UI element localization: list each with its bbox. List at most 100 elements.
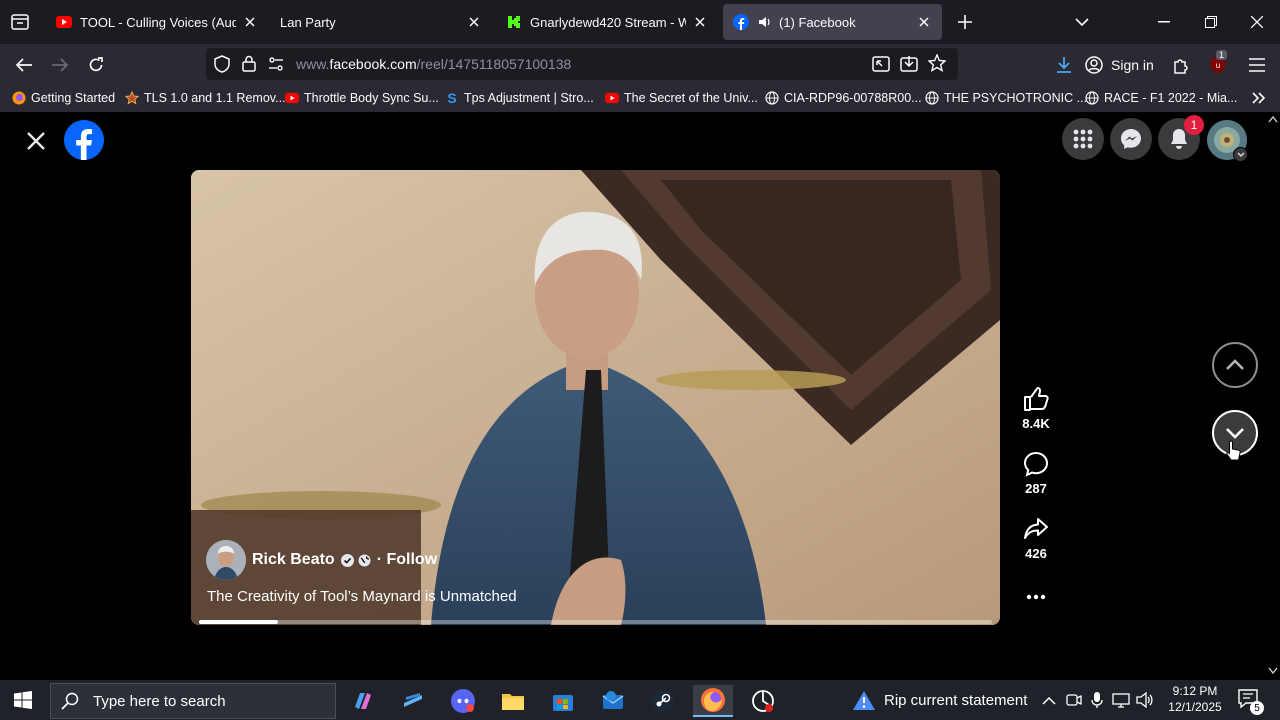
forward-icon[interactable] xyxy=(47,52,73,78)
menu-icon[interactable] xyxy=(1244,52,1270,78)
firefox-taskbar-icon[interactable] xyxy=(693,685,733,717)
bookmark-label: Getting Started xyxy=(31,91,116,105)
microphone-icon[interactable] xyxy=(1090,691,1104,714)
svg-text:S: S xyxy=(447,91,456,105)
video-progress-bar[interactable] xyxy=(199,620,992,624)
tab-title: (1) Facebook xyxy=(779,14,856,30)
close-window-icon[interactable] xyxy=(1243,8,1271,36)
taskbar-clock[interactable]: 9:12 PM 12/1/2025 xyxy=(1160,684,1230,714)
extension-badge: 1 xyxy=(1216,50,1228,60)
verified-icon xyxy=(340,553,354,567)
warning-icon[interactable] xyxy=(852,690,876,716)
close-tab-icon[interactable] xyxy=(916,14,932,30)
copilot-icon[interactable] xyxy=(343,685,383,717)
kick-icon xyxy=(506,14,522,30)
menu-grid-icon[interactable] xyxy=(1062,118,1104,160)
restore-icon[interactable] xyxy=(1197,8,1225,36)
thumbs-up-icon xyxy=(1021,384,1051,414)
bookmark-throttle[interactable]: Throttle Body Sync Su... xyxy=(285,89,439,107)
page-scrollbar[interactable] xyxy=(1266,112,1280,680)
comment-button[interactable]: 287 xyxy=(1012,449,1060,496)
tab-list-icon[interactable] xyxy=(8,10,32,34)
taskbar-search-box[interactable]: Type here to search xyxy=(50,683,336,719)
facebook-icon xyxy=(733,14,749,30)
game-app-icon[interactable] xyxy=(743,685,783,717)
bookmark-tps[interactable]: S Tps Adjustment | Stro... xyxy=(445,89,593,107)
back-icon[interactable] xyxy=(11,52,37,78)
bookmark-star-icon[interactable] xyxy=(927,53,947,77)
bookmarks-toolbar: Getting Started TLS 1.0 and 1.1 Remov...… xyxy=(0,84,1280,112)
tab-tool[interactable]: TOOL - Culling Voices (Audio) - xyxy=(46,4,268,40)
svg-text:u: u xyxy=(1216,61,1220,70)
clock-date: 12/1/2025 xyxy=(1168,700,1222,714)
mail-icon[interactable] xyxy=(593,685,633,717)
bookmark-cia[interactable]: CIA-RDP96-00788R00... xyxy=(765,89,922,107)
follow-button[interactable]: · Follow xyxy=(377,551,437,569)
previous-reel-button[interactable] xyxy=(1212,342,1258,388)
globe-icon xyxy=(1085,91,1099,105)
tab-title: Gnarlydewd420 Stream - Watch xyxy=(530,14,686,30)
author-name[interactable]: Rick Beato xyxy=(252,551,335,569)
bookmark-label: CIA-RDP96-00788R00... xyxy=(784,91,922,105)
url-domain: facebook.com xyxy=(329,56,417,72)
meet-now-icon[interactable] xyxy=(1066,692,1082,713)
sign-in-button[interactable]: Sign in xyxy=(1085,52,1154,78)
share-arrow-icon xyxy=(1021,514,1051,544)
bookmark-label: The Secret of the Univ... xyxy=(624,91,758,105)
youtube-icon xyxy=(285,93,299,103)
taskbar-news-text[interactable]: Rip current statement xyxy=(884,692,1027,709)
volume-icon[interactable] xyxy=(1136,691,1154,713)
more-bookmarks-icon[interactable] xyxy=(1252,89,1266,107)
url-text[interactable]: www.facebook.com/reel/1475118057100138 xyxy=(296,56,571,72)
steam-icon[interactable] xyxy=(643,685,683,717)
discord-icon[interactable] xyxy=(443,685,483,717)
bookmark-label: THE PSYCHOTRONIC ... xyxy=(944,91,1088,105)
bookmark-label: TLS 1.0 and 1.1 Remov... xyxy=(144,91,286,105)
extensions-icon[interactable] xyxy=(1168,52,1194,78)
network-icon[interactable] xyxy=(1112,692,1132,713)
task-view-icon[interactable] xyxy=(393,685,433,717)
tab-gnarlydewd[interactable]: Gnarlydewd420 Stream - Watch xyxy=(496,4,718,40)
save-page-icon[interactable] xyxy=(900,55,918,77)
minimize-icon[interactable] xyxy=(1150,8,1178,36)
youtube-icon xyxy=(56,14,72,30)
permissions-icon[interactable] xyxy=(268,57,284,76)
tab-facebook[interactable]: (1) Facebook xyxy=(723,4,942,40)
windows-start-icon[interactable] xyxy=(14,691,32,714)
public-globe-icon xyxy=(358,554,371,567)
list-all-tabs-icon[interactable] xyxy=(1068,8,1096,36)
author-avatar[interactable] xyxy=(206,540,246,580)
file-explorer-icon[interactable] xyxy=(493,685,533,717)
sign-in-label: Sign in xyxy=(1111,57,1154,73)
facebook-logo-icon[interactable] xyxy=(64,120,104,165)
lock-icon[interactable] xyxy=(242,55,256,77)
url-bar[interactable]: www.facebook.com/reel/1475118057100138 xyxy=(206,48,958,80)
more-options-button[interactable] xyxy=(1012,582,1060,614)
bookmark-psychotronic[interactable]: THE PSYCHOTRONIC ... xyxy=(925,89,1087,107)
bookmark-tls[interactable]: TLS 1.0 and 1.1 Remov... xyxy=(125,89,286,107)
url-prefix: www. xyxy=(296,56,330,72)
messenger-icon[interactable] xyxy=(1110,118,1152,160)
shield-icon[interactable] xyxy=(214,55,230,78)
url-path: /reel/1475118057100138 xyxy=(416,56,572,72)
tab-lan-party[interactable]: Lan Party xyxy=(270,4,492,40)
show-hidden-icons-icon[interactable] xyxy=(1042,693,1056,711)
close-reel-icon[interactable] xyxy=(24,129,48,158)
new-tab-icon[interactable] xyxy=(951,8,979,36)
bookmark-race[interactable]: RACE - F1 2022 - Mia... xyxy=(1085,89,1237,107)
account-menu-chevron-icon[interactable] xyxy=(1233,147,1248,162)
speaker-icon[interactable] xyxy=(757,14,773,30)
close-tab-icon[interactable] xyxy=(242,14,258,30)
close-tab-icon[interactable] xyxy=(692,14,708,30)
bookmark-getting-started[interactable]: Getting Started xyxy=(12,89,115,107)
downloads-icon[interactable] xyxy=(1051,52,1077,78)
comment-icon xyxy=(1021,449,1051,479)
picture-in-picture-icon[interactable] xyxy=(872,56,890,77)
bookmark-secret[interactable]: The Secret of the Univ... xyxy=(605,89,758,107)
reload-icon[interactable] xyxy=(83,52,109,78)
microsoft-store-icon[interactable] xyxy=(543,685,583,717)
action-center-count: 5 xyxy=(1250,701,1264,715)
share-button[interactable]: 426 xyxy=(1012,514,1060,561)
like-button[interactable]: 8.4K xyxy=(1012,384,1060,431)
close-tab-icon[interactable] xyxy=(466,14,482,30)
